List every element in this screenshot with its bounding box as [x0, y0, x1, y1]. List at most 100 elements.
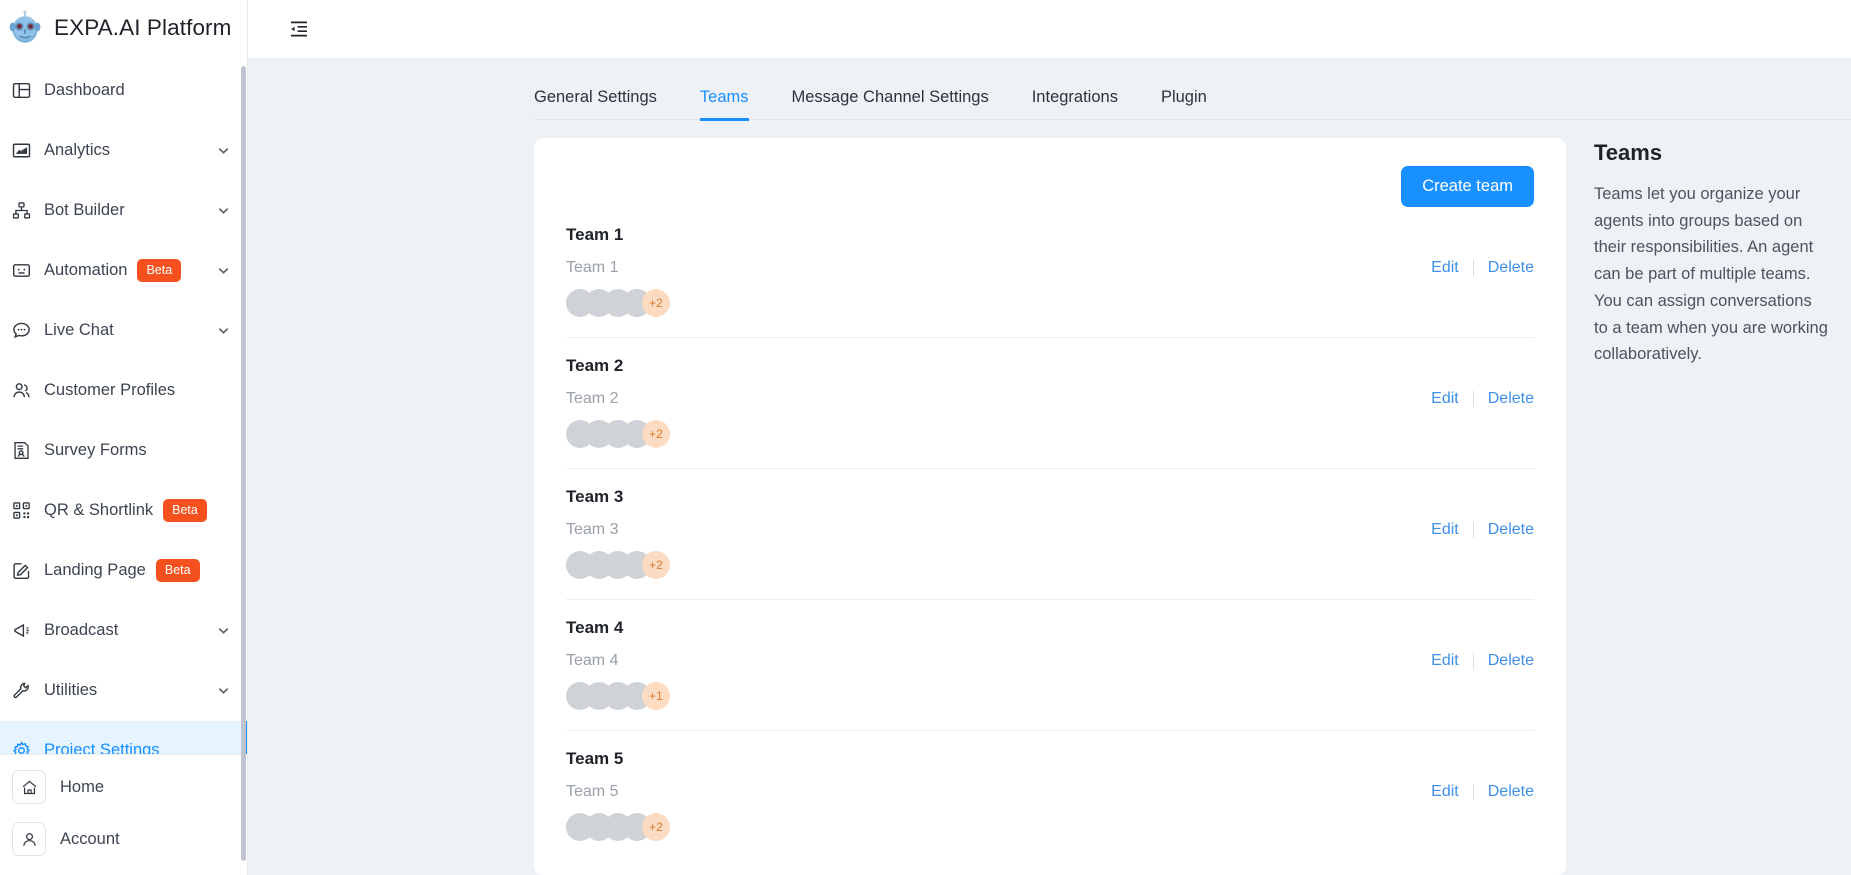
sidebar-item-label: Automation: [44, 261, 128, 280]
edit-team-link[interactable]: Edit: [1431, 652, 1459, 670]
brand-title: EXPA.AI Platform: [54, 15, 232, 41]
action-divider: [1472, 522, 1474, 538]
workspace: General Settings Teams Message Channel S…: [248, 58, 1851, 875]
survey-form-icon: [12, 441, 38, 460]
chevron-down-icon[interactable]: [216, 623, 231, 638]
tab-plugin[interactable]: Plugin: [1161, 88, 1207, 120]
team-description: Team 2: [566, 390, 619, 407]
edit-team-link[interactable]: Edit: [1431, 259, 1459, 277]
dashboard-icon: [12, 81, 38, 100]
edit-team-link[interactable]: Edit: [1431, 390, 1459, 408]
chevron-down-icon[interactable]: [216, 323, 231, 338]
tab-teams[interactable]: Teams: [699, 88, 749, 121]
sidebar-item-bot-builder[interactable]: Bot Builder: [0, 181, 247, 241]
delete-team-link[interactable]: Delete: [1488, 783, 1534, 801]
sidebar-item-account[interactable]: Account: [12, 813, 247, 865]
team-row-middle: Team 2 Edit Delete: [566, 390, 1534, 408]
robot-face-icon: [12, 261, 38, 280]
team-actions: Edit Delete: [1431, 521, 1534, 539]
sidebar-item-label: Customer Profiles: [44, 381, 176, 400]
team-row: Team 5 Team 5 Edit Delete +2: [566, 731, 1534, 861]
sidebar-item-broadcast[interactable]: Broadcast: [0, 601, 247, 661]
team-avatar-group: +2: [566, 289, 1534, 337]
sidebar-item-survey-forms[interactable]: Survey Forms: [0, 421, 247, 481]
sidebar-item-analytics[interactable]: Analytics: [0, 121, 247, 181]
team-actions: Edit Delete: [1431, 390, 1534, 408]
app-root: EXPA.AI Platform Dashboard Analytics Bot…: [0, 0, 1851, 875]
action-divider: [1472, 391, 1474, 407]
edit-team-link[interactable]: Edit: [1431, 521, 1459, 539]
tab-general-settings[interactable]: General Settings: [534, 88, 657, 120]
people-icon: [12, 381, 38, 400]
sidebar-item-live-chat[interactable]: Live Chat: [0, 301, 247, 361]
team-name: Team 3: [566, 487, 624, 506]
sidebar-item-dashboard[interactable]: Dashboard: [0, 61, 247, 121]
avatar-overflow-count: +1: [642, 682, 670, 710]
chevron-down-icon[interactable]: [216, 203, 231, 218]
action-divider: [1472, 784, 1474, 800]
teams-card: Create team Team 1 Team 1 Edit Delete +2…: [534, 138, 1566, 875]
team-name: Team 2: [566, 356, 624, 375]
sidebar-item-label: QR & Shortlink: [44, 501, 154, 520]
chevron-down-icon[interactable]: [216, 143, 231, 158]
team-actions: Edit Delete: [1431, 783, 1534, 801]
sitemap-icon: [12, 201, 38, 220]
team-actions: Edit Delete: [1431, 259, 1534, 277]
robot-head-icon: [7, 10, 43, 46]
team-description: Team 4: [566, 652, 619, 669]
wrench-icon: [12, 681, 38, 700]
avatar-overflow-count: +2: [642, 420, 670, 448]
home-icon: [12, 770, 46, 804]
chevron-down-icon[interactable]: [216, 263, 231, 278]
main-area: General Settings Teams Message Channel S…: [248, 0, 1851, 875]
avatar-overflow-count: +2: [642, 813, 670, 841]
team-avatar-group: +2: [566, 551, 1534, 599]
avatar-overflow-count: +2: [642, 551, 670, 579]
delete-team-link[interactable]: Delete: [1488, 521, 1534, 539]
sidebar-item-qr-shortlink[interactable]: QR & Shortlink Beta: [0, 481, 247, 541]
panel-title: Teams: [1594, 140, 1663, 165]
beta-badge: Beta: [137, 258, 182, 283]
team-row: Team 1 Team 1 Edit Delete +2: [566, 207, 1534, 338]
beta-badge: Beta: [155, 558, 200, 583]
team-row-middle: Team 5 Edit Delete: [566, 783, 1534, 801]
edit-team-link[interactable]: Edit: [1431, 783, 1459, 801]
team-actions: Edit Delete: [1431, 652, 1534, 670]
team-avatar-group: +2: [566, 420, 1534, 468]
sidebar-scrollbar[interactable]: [241, 66, 246, 861]
delete-team-link[interactable]: Delete: [1488, 259, 1534, 277]
action-divider: [1472, 653, 1474, 669]
brand: EXPA.AI Platform: [0, 0, 247, 57]
team-row: Team 4 Team 4 Edit Delete +1: [566, 600, 1534, 731]
sidebar-item-project-settings[interactable]: Project Settings: [0, 720, 247, 754]
team-row: Team 2 Team 2 Edit Delete +2: [566, 338, 1534, 469]
sidebar-item-utilities[interactable]: Utilities: [0, 661, 247, 721]
delete-team-link[interactable]: Delete: [1488, 390, 1534, 408]
user-icon: [12, 822, 46, 856]
sidebar-item-label: Dashboard: [44, 81, 125, 100]
team-description: Team 3: [566, 521, 619, 538]
delete-team-link[interactable]: Delete: [1488, 652, 1534, 670]
sidebar-item-label: Live Chat: [44, 321, 114, 340]
megaphone-icon: [12, 621, 38, 640]
collapse-sidebar-icon[interactable]: [284, 14, 314, 44]
sidebar-item-label: Landing Page: [44, 561, 146, 580]
sidebar-item-landing-page[interactable]: Landing Page Beta: [0, 541, 247, 601]
sidebar-item-label: Analytics: [44, 141, 111, 160]
sidebar-item-label: Home: [60, 777, 105, 796]
tab-message-channel-settings[interactable]: Message Channel Settings: [792, 88, 989, 120]
topbar: [248, 0, 1851, 58]
chevron-down-icon[interactable]: [216, 683, 231, 698]
sidebar-item-automation[interactable]: Automation Beta: [0, 241, 247, 301]
sidebar-item-customer-profiles[interactable]: Customer Profiles: [0, 361, 247, 421]
tab-integrations[interactable]: Integrations: [1032, 88, 1118, 120]
sidebar-item-label: Broadcast: [44, 621, 119, 640]
sidebar-item-home[interactable]: Home: [12, 761, 247, 813]
create-team-button[interactable]: Create team: [1401, 166, 1534, 207]
sidebar-item-label: Utilities: [44, 681, 98, 700]
team-avatar-group: +1: [566, 682, 1534, 730]
team-name: Team 1: [566, 225, 624, 244]
panel-description: Teams let you organize your agents into …: [1594, 185, 1828, 364]
teams-card-header: Create team: [566, 166, 1534, 207]
teams-info-panel: Teams Teams let you organize your agents…: [1594, 138, 1851, 875]
